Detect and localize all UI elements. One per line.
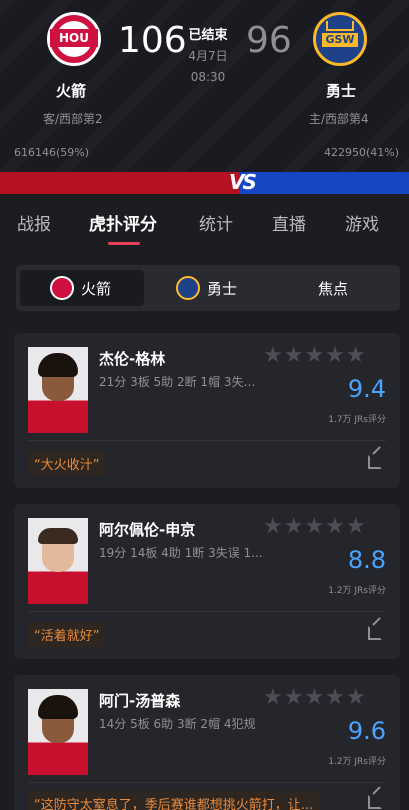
player-stats: 19分 14板 4助 1断 3失误 1...	[99, 546, 263, 560]
player-score: 8.8	[347, 546, 386, 574]
tab-report[interactable]: 战报	[17, 210, 51, 235]
scoreboard-header: HOU 火箭 客/西部第2 616146(59%) 106 已结束 4月7日 0…	[0, 0, 409, 172]
player-stats: 14分 5板 6助 3断 2帽 4犯规	[99, 717, 256, 731]
rockets-mini-logo-icon	[50, 276, 74, 300]
player-name[interactable]: 阿门-汤普森	[99, 690, 180, 711]
rating-count: 1.7万 JRs评分	[328, 415, 386, 425]
away-support-bar	[240, 172, 409, 194]
player-card[interactable]: 阿尔佩伦-申京 19分 14板 4助 1断 3失误 1... ★★★★★ 8.8…	[14, 504, 400, 659]
player-card[interactable]: 杰伦-格林 21分 3板 5助 2断 1帽 3失误 ... ★★★★★ 9.4 …	[14, 333, 400, 488]
home-team-rank: 客/西部第2	[43, 112, 103, 126]
game-date: 4月7日	[188, 49, 228, 63]
warriors-logo-icon[interactable]: GSW	[313, 12, 367, 66]
support-bar: VS	[0, 170, 409, 194]
player-card[interactable]: 阿门-汤普森 14分 5板 6助 3断 2帽 4犯规 ★★★★★ 9.6 1.2…	[14, 675, 400, 810]
tab-ratings[interactable]: 虎扑评分	[89, 210, 157, 235]
card-divider	[28, 782, 386, 783]
game-time: 08:30	[190, 70, 226, 84]
player-name[interactable]: 杰伦-格林	[99, 348, 165, 369]
star-rating-input[interactable]: ★★★★★	[263, 514, 367, 539]
share-icon[interactable]	[368, 455, 382, 469]
team-segment-control: 火箭 勇士 焦点	[16, 265, 400, 311]
home-team-name[interactable]: 火箭	[56, 80, 86, 101]
segment-warriors[interactable]: 勇士	[146, 270, 270, 306]
home-score: 106	[118, 20, 187, 61]
card-divider	[28, 611, 386, 612]
card-divider	[28, 440, 386, 441]
share-icon[interactable]	[368, 626, 382, 640]
top-comment[interactable]: “大火收汁”	[28, 451, 106, 476]
player-stats: 21分 3板 5助 2断 1帽 3失误 ...	[99, 375, 267, 389]
active-tab-indicator	[108, 242, 140, 245]
away-score: 96	[246, 20, 292, 61]
home-support-bar	[0, 172, 240, 194]
tab-games[interactable]: 游戏	[345, 210, 379, 235]
tab-live[interactable]: 直播	[272, 210, 306, 235]
player-name[interactable]: 阿尔佩伦-申京	[99, 519, 195, 540]
player-score: 9.6	[347, 717, 386, 745]
player-avatar	[28, 347, 88, 433]
player-avatar	[28, 689, 88, 775]
tab-bar: 战报 虎扑评分 统计 直播 游戏	[0, 194, 409, 248]
player-score: 9.4	[347, 375, 386, 403]
top-comment[interactable]: “活着就好”	[28, 622, 106, 647]
away-team-name[interactable]: 勇士	[326, 80, 356, 101]
away-team-rank: 主/西部第4	[309, 112, 369, 126]
game-status: 已结束	[188, 28, 228, 43]
rating-count: 1.2万 JRs评分	[328, 757, 386, 767]
star-rating-input[interactable]: ★★★★★	[263, 343, 367, 368]
player-avatar	[28, 518, 88, 604]
tab-stats[interactable]: 统计	[199, 210, 233, 235]
segment-rockets[interactable]: 火箭	[20, 270, 144, 306]
star-rating-input[interactable]: ★★★★★	[263, 685, 367, 710]
home-support-count: 616146(59%)	[14, 146, 90, 159]
top-comment[interactable]: “这防守太窒息了，季后赛谁都想挑火箭打，让...	[28, 791, 320, 810]
vs-badge: VS	[229, 170, 257, 194]
rockets-logo-icon[interactable]: HOU	[47, 12, 101, 66]
segment-focus[interactable]: 焦点	[272, 270, 396, 306]
away-support-count: 422950(41%)	[324, 146, 400, 159]
rating-count: 1.2万 JRs评分	[328, 586, 386, 596]
warriors-mini-logo-icon	[176, 276, 200, 300]
share-icon[interactable]	[368, 795, 382, 809]
